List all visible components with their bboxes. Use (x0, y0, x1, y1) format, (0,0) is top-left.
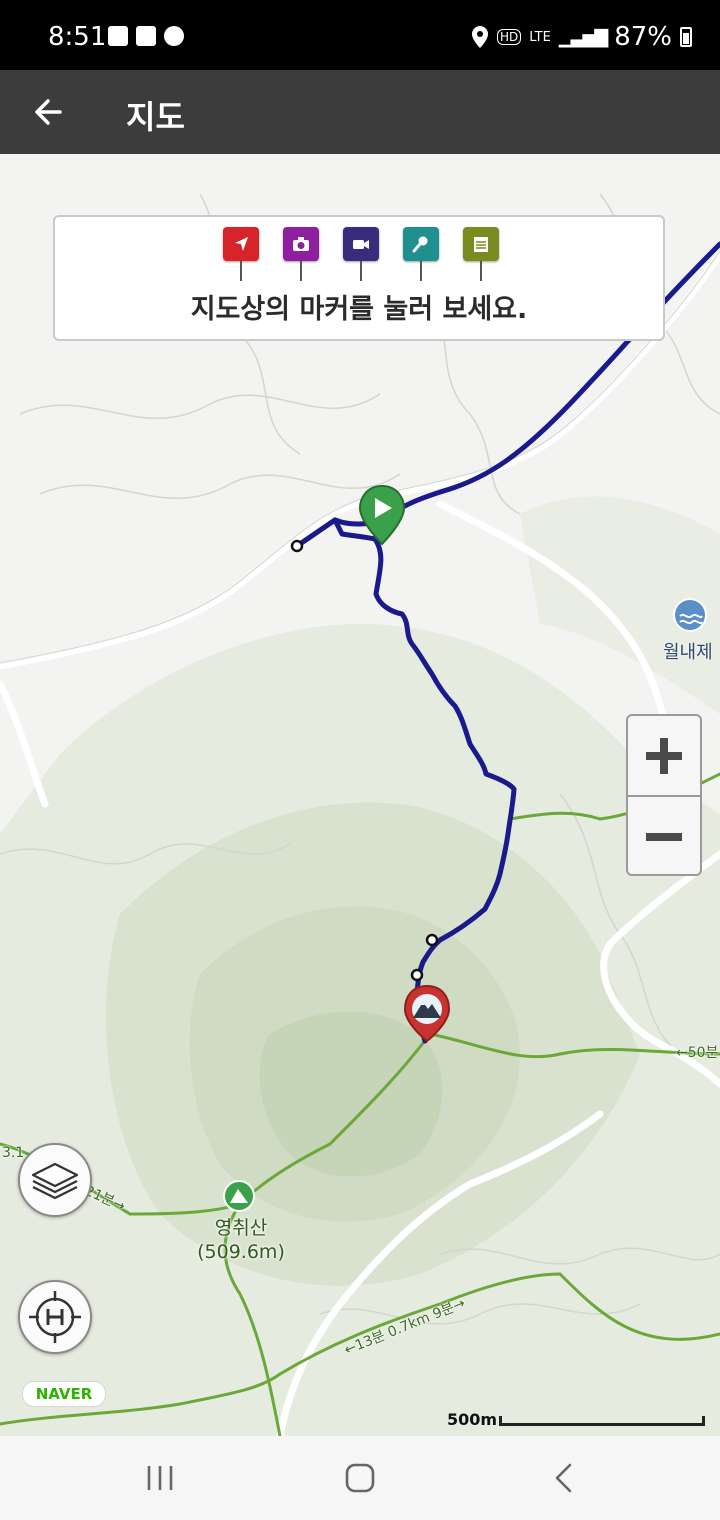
legend-marker (343, 227, 379, 283)
legend-marker (463, 227, 499, 283)
status-time: 8:51 (48, 22, 107, 52)
layers-icon (31, 1162, 79, 1200)
legend-marker (223, 227, 259, 283)
camera-icon (293, 237, 309, 251)
legend-message: 지도상의 마커를 눌러 보세요. (190, 294, 528, 325)
status-right: HD LTE ▁▃▅▇ 87% (471, 22, 692, 52)
notification-icons (108, 26, 184, 46)
map-canvas[interactable] (0, 154, 720, 1436)
back-arrow-icon[interactable] (30, 94, 66, 130)
video-icon (353, 240, 369, 249)
recents-icon[interactable] (140, 1458, 180, 1498)
peak-name: 영취산 (214, 1217, 268, 1239)
status-bar: 8:51 HD LTE ▁▃▅▇ 87% (0, 0, 720, 70)
cloud-icon (164, 26, 184, 46)
contour-line (19, 393, 381, 419)
zoom-out-button[interactable] (628, 797, 700, 874)
road (0, 680, 49, 808)
signal-icon: ▁▃▅▇ (558, 26, 608, 48)
direction-flag-icon (235, 237, 248, 251)
layers-button[interactable] (18, 1143, 92, 1217)
legend-marker (403, 227, 439, 283)
helipad-crosshair-icon (29, 1291, 81, 1343)
app-bar: 지도 (0, 70, 720, 154)
naver-logo: NAVER (22, 1381, 106, 1407)
scale-bar (499, 1416, 705, 1426)
hd-voice-icon: HD (496, 29, 522, 45)
trail-time-label: ←50분 (676, 1045, 719, 1061)
back-icon[interactable] (544, 1458, 584, 1498)
zoom-controls (626, 714, 702, 876)
peak-label[interactable]: 영취산 (509.6m) (186, 1216, 296, 1264)
battery-percent: 87% (614, 22, 672, 52)
page-title: 지도 (126, 98, 185, 136)
track-waypoint (290, 539, 304, 553)
legend-markers (223, 227, 501, 287)
peak-elevation: (509.6m) (197, 1241, 285, 1263)
memo-icon (474, 237, 488, 252)
home-icon[interactable] (340, 1458, 380, 1498)
contour-line (39, 473, 401, 499)
place-label[interactable]: 월내제 (663, 638, 713, 664)
my-location-button[interactable] (18, 1280, 92, 1354)
peak-marker[interactable] (223, 1180, 255, 1212)
microphone-icon (412, 236, 428, 253)
zoom-in-button[interactable] (628, 716, 700, 797)
network-type: LTE (529, 29, 551, 45)
map-view[interactable]: 월내제 영취산 (509.6m) ←50분 3.1 21분→ ←13분 0.7k… (0, 154, 720, 1436)
scale-label: 500m (447, 1410, 498, 1429)
marker-legend: 지도상의 마커를 눌러 보세요. (53, 215, 665, 341)
battery-charging-icon (680, 27, 692, 47)
navigation-bar (0, 1436, 720, 1520)
gallery-icon (108, 26, 128, 46)
feather-icon (136, 26, 156, 46)
location-icon (471, 26, 488, 48)
track-waypoint (410, 968, 424, 982)
legend-marker (283, 227, 319, 283)
track-waypoint (425, 933, 439, 947)
reservoir-marker[interactable] (673, 598, 707, 632)
